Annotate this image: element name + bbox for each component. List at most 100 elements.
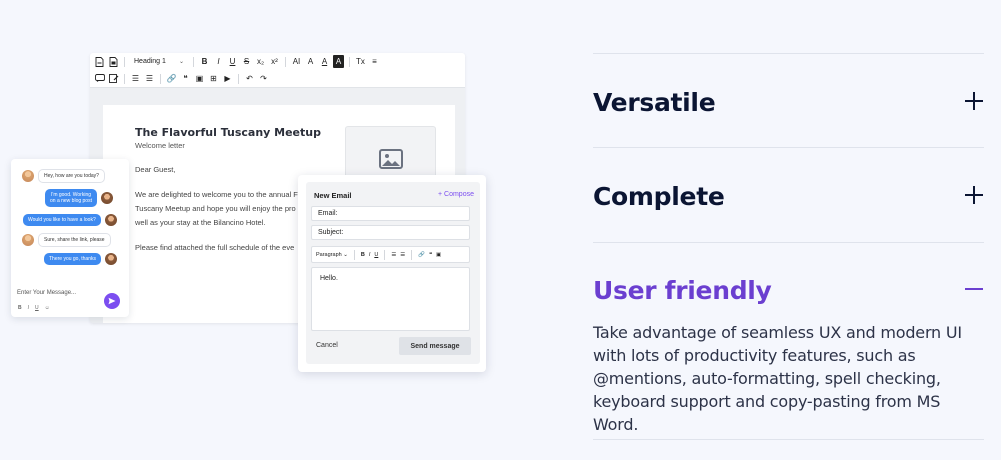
insert-image-button[interactable]: ▣ — [194, 72, 205, 85]
toolbar-separator — [238, 73, 239, 84]
accordion-divider — [593, 53, 984, 54]
email-underline-button[interactable]: U — [374, 252, 378, 258]
insert-table-button[interactable]: ⊞ — [208, 72, 219, 85]
avatar — [104, 214, 117, 226]
email-title: New Email — [314, 191, 352, 200]
ai-assistant-button[interactable]: AI — [291, 55, 302, 68]
minus-icon[interactable] — [965, 280, 983, 298]
chat-bubble: Would you like to have a look? — [23, 214, 101, 226]
avatar — [22, 170, 34, 182]
background-color-button[interactable]: A — [333, 55, 344, 68]
emoji-icon[interactable]: ☺ — [45, 305, 50, 311]
comment-icon[interactable] — [94, 72, 105, 85]
email-bulleted-list-button[interactable]: ☰ — [400, 252, 405, 258]
toolbar-separator — [285, 56, 286, 67]
chat-underline-button[interactable]: U — [35, 305, 39, 311]
chat-message-outgoing: I'm good. Working on a new blog post — [45, 189, 113, 207]
chat-message-input[interactable]: Enter Your Message... — [17, 290, 76, 296]
subscript-button[interactable]: x₂ — [255, 55, 266, 68]
chat-message-outgoing: There you go, thanks — [44, 253, 117, 265]
editor-toolbar-row-1: Heading 1 ⌄ B I U S x₂ x² AI A A A Tx ≡ — [90, 53, 465, 70]
image-icon — [378, 149, 403, 169]
editor-toolbar: Heading 1 ⌄ B I U S x₂ x² AI A A A Tx ≡ — [90, 53, 465, 88]
insert-media-button[interactable]: ▶ — [222, 72, 233, 85]
export-pdf-icon[interactable] — [94, 55, 105, 68]
undo-button[interactable]: ↶ — [244, 72, 255, 85]
export-word-icon[interactable] — [108, 55, 119, 68]
toolbar-separator — [349, 56, 350, 67]
chat-format-bar: B I U ☺ — [18, 305, 50, 311]
heading-select-value: Heading 1 — [134, 58, 166, 65]
send-icon — [108, 297, 116, 305]
superscript-button[interactable]: x² — [269, 55, 280, 68]
chevron-down-icon: ⌄ — [178, 59, 184, 65]
chat-bubble: I'm good. Working on a new blog post — [45, 189, 97, 207]
italic-button[interactable]: I — [213, 55, 224, 68]
document-paragraph-line: We are delighted to welcome you to the a… — [135, 190, 298, 199]
cancel-button[interactable]: Cancel — [316, 342, 338, 349]
link-button[interactable]: 🔗 — [166, 72, 177, 85]
bold-button[interactable]: B — [199, 55, 210, 68]
font-size-button[interactable]: A — [305, 55, 316, 68]
email-body-input[interactable]: Hello. — [311, 267, 470, 331]
toolbar-separator — [411, 249, 413, 260]
email-numbered-list-button[interactable]: ☰ — [391, 252, 396, 258]
toolbar-separator — [160, 73, 161, 84]
plus-icon[interactable] — [965, 186, 983, 204]
remove-format-button[interactable]: Tx — [355, 55, 366, 68]
chat-bubble: Hey, how are you today? — [38, 169, 105, 183]
underline-button[interactable]: U — [227, 55, 238, 68]
redo-button[interactable]: ↷ — [258, 72, 269, 85]
compose-button[interactable]: + Compose — [438, 191, 474, 198]
chat-message-incoming: Sure, share the link, please — [22, 233, 111, 247]
chat-widget-mockup: Hey, how are you today? I'm good. Workin… — [11, 159, 129, 317]
strikethrough-button[interactable]: S — [241, 55, 252, 68]
chat-italic-button[interactable]: I — [28, 305, 29, 311]
editor-toolbar-row-2: ☰ ☰ 🔗 ❝ ▣ ⊞ ▶ ↶ ↷ — [90, 70, 465, 87]
email-field[interactable]: Email: — [311, 206, 470, 221]
email-image-button[interactable]: ▣ — [436, 252, 441, 258]
blockquote-button[interactable]: ❝ — [180, 72, 191, 85]
document-greeting: Dear Guest, — [135, 165, 176, 174]
email-italic-button[interactable]: I — [369, 252, 371, 258]
send-message-button[interactable]: Send message — [399, 337, 471, 355]
toolbar-separator — [124, 56, 125, 67]
bulleted-list-button[interactable]: ☰ — [144, 72, 155, 85]
email-toolbar: Paragraph ⌄ B I U ☰ ☰ 🔗 ❝ ▣ — [311, 246, 470, 263]
accordion-divider — [593, 439, 984, 440]
accordion-divider — [593, 147, 984, 148]
accordion-divider — [593, 242, 984, 243]
chat-bubble: Sure, share the link, please — [38, 233, 111, 247]
chevron-down-icon: ⌄ — [343, 251, 348, 258]
avatar — [104, 253, 117, 265]
toolbar-separator — [124, 73, 125, 84]
paragraph-select[interactable]: Paragraph ⌄ — [316, 252, 348, 258]
email-composer-mockup: New Email + Compose Email: Subject: Para… — [298, 175, 486, 372]
plus-icon[interactable] — [965, 92, 983, 110]
paragraph-select-value: Paragraph — [316, 251, 342, 258]
chat-bubble: There you go, thanks — [44, 253, 101, 265]
avatar — [22, 234, 34, 246]
toolbar-separator — [193, 56, 194, 67]
chat-bold-button[interactable]: B — [18, 305, 22, 311]
toolbar-separator — [384, 249, 386, 260]
chat-send-button[interactable] — [104, 293, 120, 309]
email-link-button[interactable]: 🔗 — [418, 252, 425, 258]
email-bold-button[interactable]: B — [361, 252, 365, 258]
document-paragraph-2: Please find attached the full schedule o… — [135, 243, 295, 252]
subject-field[interactable]: Subject: — [311, 225, 470, 240]
toolbar-separator — [353, 249, 355, 260]
document-title: The Flavorful Tuscany Meetup — [135, 126, 321, 139]
alignment-button[interactable]: ≡ — [369, 55, 380, 68]
font-color-button[interactable]: A — [319, 55, 330, 68]
accordion-title-versatile[interactable]: Versatile — [593, 88, 716, 117]
avatar — [101, 192, 113, 204]
track-changes-icon[interactable] — [108, 72, 119, 85]
accordion-title-user-friendly[interactable]: User friendly — [593, 276, 772, 305]
numbered-list-button[interactable]: ☰ — [130, 72, 141, 85]
heading-select[interactable]: Heading 1 ⌄ — [130, 55, 188, 68]
chat-message-incoming: Hey, how are you today? — [22, 169, 105, 183]
accordion-title-complete[interactable]: Complete — [593, 182, 725, 211]
email-quote-button[interactable]: ❝ — [429, 252, 432, 258]
chat-message-outgoing: Would you like to have a look? — [23, 214, 117, 226]
